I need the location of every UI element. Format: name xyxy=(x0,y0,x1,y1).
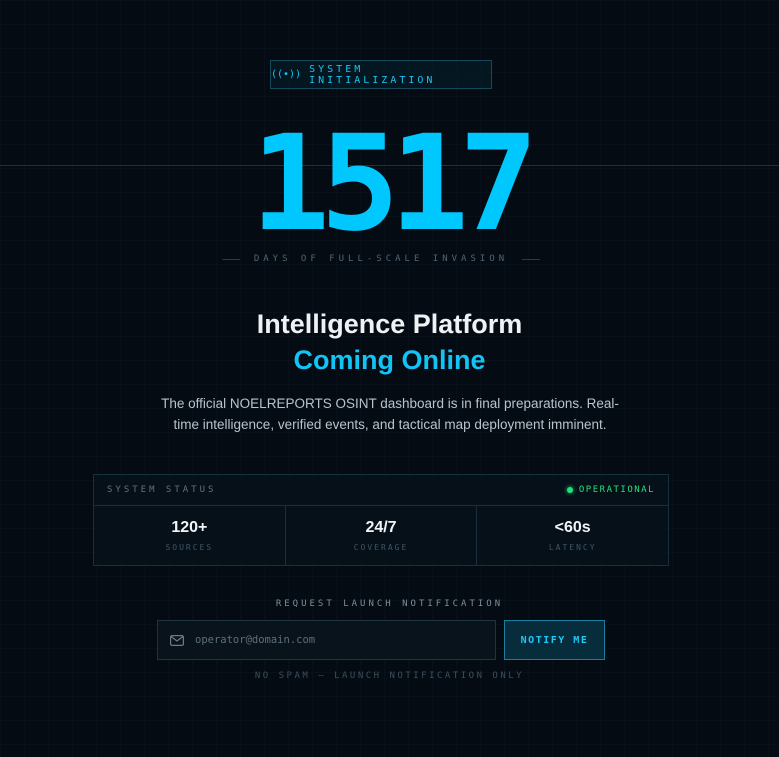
system-status-panel: SYSTEM STATUS OPERATIONAL 120+ SOURCES 2… xyxy=(93,474,669,566)
metric-label: SOURCES xyxy=(165,543,214,552)
metric-value: <60s xyxy=(554,519,591,536)
days-counter: 1517 xyxy=(250,107,539,261)
metric-value: 24/7 xyxy=(365,519,397,536)
metric-label: LATENCY xyxy=(548,543,597,552)
metric-coverage: 24/7 COVERAGE xyxy=(286,506,478,565)
broadcast-icon: ((•)) xyxy=(271,69,302,80)
metric-label: COVERAGE xyxy=(353,543,409,552)
badge-label: SYSTEM INITIALIZATION xyxy=(309,63,436,86)
status-header: SYSTEM STATUS OPERATIONAL xyxy=(94,475,668,506)
system-initialization-badge: ((•)) SYSTEM INITIALIZATION xyxy=(270,60,492,89)
counter-caption-text: DAYS OF FULL-SCALE INVASION xyxy=(253,254,509,264)
page-subtitle: Coming Online xyxy=(293,345,486,375)
metric-latency: <60s LATENCY xyxy=(477,506,668,565)
page-title: Intelligence Platform xyxy=(256,309,523,339)
email-input[interactable] xyxy=(195,634,495,646)
email-field[interactable] xyxy=(157,620,496,660)
metric-sources: 120+ SOURCES xyxy=(94,506,286,565)
caption-dash-right xyxy=(522,258,540,260)
fine-print: NO SPAM — LAUNCH NOTIFICATION ONLY xyxy=(254,671,525,681)
metric-value: 120+ xyxy=(171,519,208,536)
counter-caption: DAYS OF FULL-SCALE INVASION xyxy=(222,254,540,264)
caption-dash-left xyxy=(222,258,240,260)
status-label: SYSTEM STATUS xyxy=(107,485,217,495)
operational-indicator: OPERATIONAL xyxy=(566,485,655,495)
mail-icon xyxy=(170,634,184,646)
description: The official NOELREPORTS OSINT dashboard… xyxy=(161,396,619,432)
operational-text: OPERATIONAL xyxy=(578,485,655,495)
status-dot-icon xyxy=(566,487,573,493)
status-metrics: 120+ SOURCES 24/7 COVERAGE <60s LATENCY xyxy=(94,506,668,565)
notification-label: REQUEST LAUNCH NOTIFICATION xyxy=(275,599,504,609)
notify-me-button[interactable]: NOTIFY ME xyxy=(504,620,605,660)
